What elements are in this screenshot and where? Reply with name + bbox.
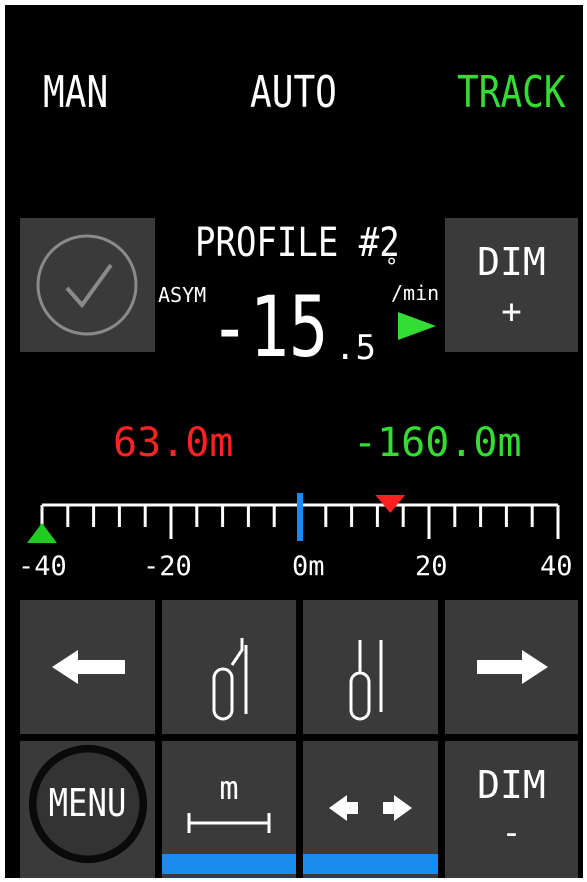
tick-label: 0m [292, 551, 325, 582]
edge-left-icon [212, 638, 248, 721]
move-right-button[interactable] [445, 600, 578, 734]
mode-track[interactable]: TRACK [457, 67, 566, 118]
screen: MAN AUTO TRACK PROFILE #2 ASYM -15 .5 ° … [0, 0, 587, 882]
degree-unit: ° [385, 255, 399, 280]
play-right-icon [398, 312, 436, 340]
dim-minus-label: DIM [477, 763, 546, 807]
edge-center-icon [349, 640, 383, 721]
edge-center-button[interactable] [303, 600, 438, 734]
measure-active-bar [162, 854, 296, 874]
asym-label: ASYM [158, 283, 207, 307]
dim-plus-button[interactable]: DIM + [445, 218, 578, 352]
distance-right: -160.0m [353, 420, 522, 466]
check-circle-icon [36, 234, 138, 336]
distance-left: 63.0m [113, 420, 234, 466]
confirm-button[interactable] [20, 218, 155, 352]
tick-label: -20 [143, 551, 192, 582]
edge-left-button[interactable] [162, 600, 296, 734]
measure-button[interactable]: m [162, 741, 296, 878]
tick-label: -40 [18, 551, 67, 582]
arrow-right-icon [477, 650, 548, 684]
rate-value: -15 [210, 278, 329, 376]
dim-minus-sign: - [501, 813, 522, 853]
mode-auto[interactable]: AUTO [250, 67, 337, 118]
arrow-left-icon [52, 650, 125, 684]
control-panel: MAN AUTO TRACK PROFILE #2 ASYM -15 .5 ° … [5, 5, 583, 878]
tick-label: 20 [415, 551, 448, 582]
center-marker [297, 493, 303, 541]
menu-button[interactable]: MENU [30, 781, 145, 825]
tick-label: 40 [540, 551, 573, 582]
profile-title: PROFILE #2 [195, 220, 400, 266]
menu-button-cell[interactable]: MENU [20, 741, 155, 878]
per-min-unit: /min [391, 281, 440, 305]
green-marker-icon [27, 523, 57, 543]
swap-direction-button[interactable] [303, 741, 438, 878]
rate-decimal: .5 [335, 328, 376, 368]
dim-plus-label: DIM [477, 240, 546, 284]
dim-plus-sign: + [501, 292, 522, 332]
swap-active-bar [303, 854, 438, 874]
dim-minus-button[interactable]: DIM - [445, 741, 578, 878]
mode-man[interactable]: MAN [43, 67, 108, 118]
move-left-button[interactable] [20, 600, 155, 734]
position-scale [27, 493, 560, 543]
